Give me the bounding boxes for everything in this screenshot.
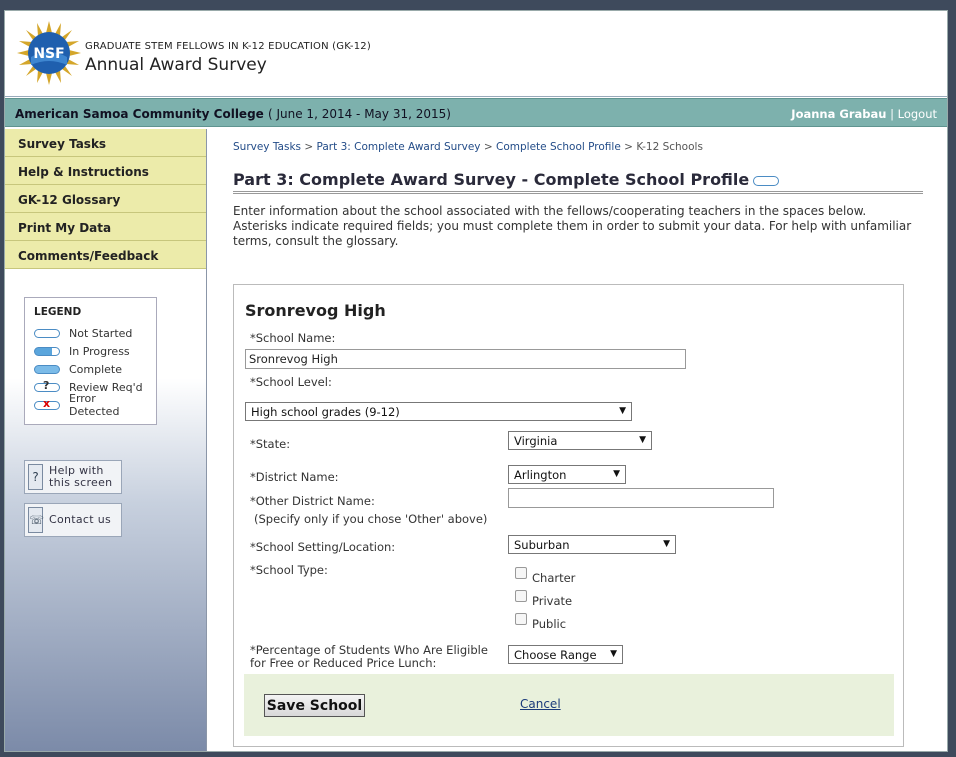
public-label: Public	[532, 617, 567, 631]
other-district-label: *Other District Name:	[250, 494, 375, 508]
dropdown-arrow-icon: ▼	[639, 435, 646, 445]
legend-item-complete: Complete	[34, 360, 147, 378]
review-required-icon: ?	[34, 379, 60, 392]
intro-text: Enter information about the school assoc…	[233, 204, 912, 248]
setting-label: *School Setting/Location:	[250, 540, 396, 554]
school-form: Sronrevog High *School Name: *School Lev…	[233, 284, 904, 747]
breadcrumb-separator: >	[483, 141, 493, 153]
district-label: *District Name:	[250, 470, 339, 484]
district-value: Arlington	[514, 468, 567, 482]
sidebar-item-comments-feedback[interactable]: Comments/Feedback	[5, 241, 206, 269]
sidebar-item-help-instructions[interactable]: Help & Instructions	[5, 157, 206, 185]
sidebar: Survey Tasks Help & Instructions GK-12 G…	[5, 129, 207, 751]
cancel-link[interactable]: Cancel	[520, 697, 561, 711]
lunch-range-select[interactable]: Choose Range ▼	[508, 645, 623, 664]
error-detected-icon: x	[34, 397, 60, 410]
breadcrumb-separator: >	[304, 141, 314, 153]
user-area: Joanna Grabau | Logout	[791, 107, 937, 121]
survey-title: Annual Award Survey	[85, 55, 267, 75]
other-district-note: (Specify only if you chose 'Other' above…	[254, 512, 488, 526]
school-name-label: *School Name:	[250, 331, 336, 345]
public-checkbox[interactable]	[515, 613, 527, 625]
school-level-select[interactable]: High school grades (9-12) ▼	[245, 402, 632, 421]
state-label: *State:	[250, 437, 291, 451]
dropdown-arrow-icon: ▼	[610, 649, 617, 659]
legend-title: LEGEND	[34, 306, 82, 318]
school-type-label: *School Type:	[250, 563, 328, 577]
legend-label: Not Started	[69, 326, 133, 340]
svg-text:NSF: NSF	[33, 46, 64, 62]
breadcrumb: Survey Tasks > Part 3: Complete Award Su…	[233, 141, 703, 153]
help-button-label: Help with this screen	[49, 465, 112, 489]
question-mark-icon: ?	[43, 378, 50, 392]
breadcrumb-survey-tasks[interactable]: Survey Tasks	[233, 141, 301, 153]
user-name: Joanna Grabau	[791, 107, 887, 121]
charter-label: Charter	[532, 571, 576, 585]
contact-button-label: Contact us	[49, 513, 111, 526]
browser-frame: NSF GRADUATE STEM FELLOWS IN K-12 EDUCAT…	[4, 10, 948, 752]
lunch-range-value: Choose Range	[514, 648, 597, 662]
lunch-label-line2: for Free or Reduced Price Lunch:	[250, 656, 437, 670]
institution-label: American Samoa Community College	[15, 107, 264, 121]
status-not-started-icon	[753, 175, 780, 186]
main-content: Survey Tasks > Part 3: Complete Award Su…	[208, 129, 947, 751]
charter-checkbox[interactable]	[515, 567, 527, 579]
save-school-button[interactable]: Save School	[264, 694, 365, 717]
institution-name: American Samoa Community College ( June …	[15, 107, 451, 121]
sidebar-item-glossary[interactable]: GK-12 Glossary	[5, 185, 206, 213]
award-period: ( June 1, 2014 - May 31, 2015)	[267, 107, 451, 121]
district-select[interactable]: Arlington ▼	[508, 465, 626, 484]
legend-item-error: x Error Detected	[34, 392, 147, 418]
form-actions: Save School Cancel	[244, 674, 894, 736]
not-started-icon	[34, 328, 60, 338]
legend: LEGEND Not Started In Progress Complete …	[24, 297, 157, 425]
contact-us-button[interactable]: ☏ Contact us	[24, 503, 122, 537]
school-name-input[interactable]	[245, 349, 686, 369]
help-button-line2: this screen	[49, 476, 113, 489]
legend-item-in-progress: In Progress	[34, 342, 147, 360]
school-heading: Sronrevog High	[245, 301, 386, 320]
nsf-logo: NSF	[17, 21, 81, 85]
legend-label: In Progress	[69, 344, 130, 358]
institution-bar: American Samoa Community College ( June …	[5, 98, 947, 127]
school-level-label: *School Level:	[250, 375, 332, 389]
sidebar-item-print-data[interactable]: Print My Data	[5, 213, 206, 241]
page-title-text: Part 3: Complete Award Survey - Complete…	[233, 170, 750, 189]
breadcrumb-school-profile[interactable]: Complete School Profile	[496, 141, 621, 153]
dropdown-arrow-icon: ▼	[619, 406, 626, 416]
program-name: GRADUATE STEM FELLOWS IN K-12 EDUCATION …	[85, 41, 371, 52]
dropdown-arrow-icon: ▼	[663, 539, 670, 549]
phone-icon: ☏	[28, 507, 44, 533]
breadcrumb-current: K-12 Schools	[636, 141, 703, 153]
state-value: Virginia	[514, 434, 558, 448]
legend-item-not-started: Not Started	[34, 324, 147, 342]
sidebar-item-survey-tasks[interactable]: Survey Tasks	[5, 129, 206, 157]
setting-value: Suburban	[514, 538, 570, 552]
legend-label: Complete	[69, 362, 123, 376]
breadcrumb-separator: >	[624, 141, 633, 153]
other-district-input[interactable]	[508, 488, 774, 508]
user-separator: |	[890, 107, 894, 121]
school-level-value: High school grades (9-12)	[251, 405, 400, 419]
private-label: Private	[532, 594, 573, 608]
dropdown-arrow-icon: ▼	[613, 469, 620, 479]
private-checkbox[interactable]	[515, 590, 527, 602]
help-icon: ?	[28, 464, 43, 490]
help-with-screen-button[interactable]: ? Help with this screen	[24, 460, 122, 494]
state-select[interactable]: Virginia ▼	[508, 431, 652, 450]
page-title: Part 3: Complete Award Survey - Complete…	[233, 170, 923, 194]
complete-icon	[34, 364, 60, 374]
logout-link[interactable]: Logout	[898, 107, 937, 121]
legend-label: Error Detected	[69, 392, 120, 418]
lunch-label-line1: *Percentage of Students Who Are Eligible	[250, 643, 488, 657]
breadcrumb-part3[interactable]: Part 3: Complete Award Survey	[317, 141, 481, 153]
setting-select[interactable]: Suburban ▼	[508, 535, 676, 554]
in-progress-icon	[34, 346, 60, 356]
site-header: NSF GRADUATE STEM FELLOWS IN K-12 EDUCAT…	[5, 11, 947, 97]
x-mark-icon: x	[43, 396, 51, 410]
